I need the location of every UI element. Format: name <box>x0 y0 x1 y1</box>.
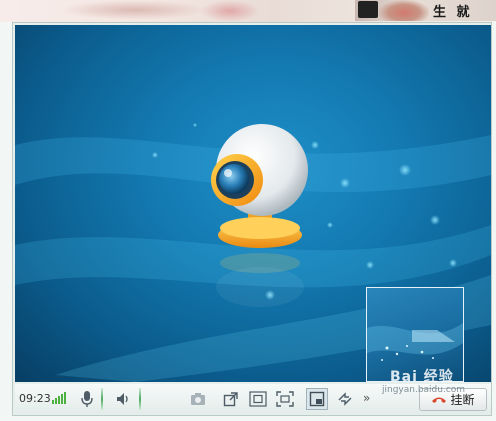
toolbar-separator <box>101 388 103 410</box>
speaker-icon <box>117 393 128 405</box>
call-toolbar: 09:23 » 挂断 <box>15 384 491 414</box>
toolbar-separator <box>139 388 141 410</box>
call-timer: 09:23 <box>19 392 51 405</box>
snapshot-button[interactable] <box>188 389 208 409</box>
pip-toggle-button[interactable] <box>306 388 328 410</box>
speaker-button[interactable] <box>113 389 133 409</box>
local-video-pip[interactable] <box>366 287 464 382</box>
webcam-icon <box>211 124 308 307</box>
more-chevron-icon[interactable]: » <box>363 391 370 405</box>
camera-icon <box>191 393 205 405</box>
pip-icon <box>309 391 325 407</box>
microphone-button[interactable] <box>77 389 97 409</box>
background-banner: 生 就 生 通 <box>0 0 496 39</box>
fit-window-button[interactable] <box>248 389 268 409</box>
hangup-button[interactable]: 挂断 <box>419 388 487 411</box>
ad-logo-icon <box>358 1 378 18</box>
swap-button[interactable] <box>335 389 355 409</box>
fullscreen-icon <box>276 391 294 407</box>
signal-bars-icon <box>52 392 66 404</box>
swap-icon <box>338 392 352 406</box>
ad-figure <box>379 0 429 21</box>
phone-hangup-icon <box>432 397 447 403</box>
popout-button[interactable] <box>221 389 241 409</box>
fullscreen-button[interactable] <box>275 389 295 409</box>
popout-icon <box>223 392 238 407</box>
banner-ad[interactable]: 生 就 生 通 <box>355 0 496 39</box>
fit-window-icon <box>249 391 267 407</box>
hangup-label: 挂断 <box>450 393 475 407</box>
microphone-icon <box>81 391 93 407</box>
